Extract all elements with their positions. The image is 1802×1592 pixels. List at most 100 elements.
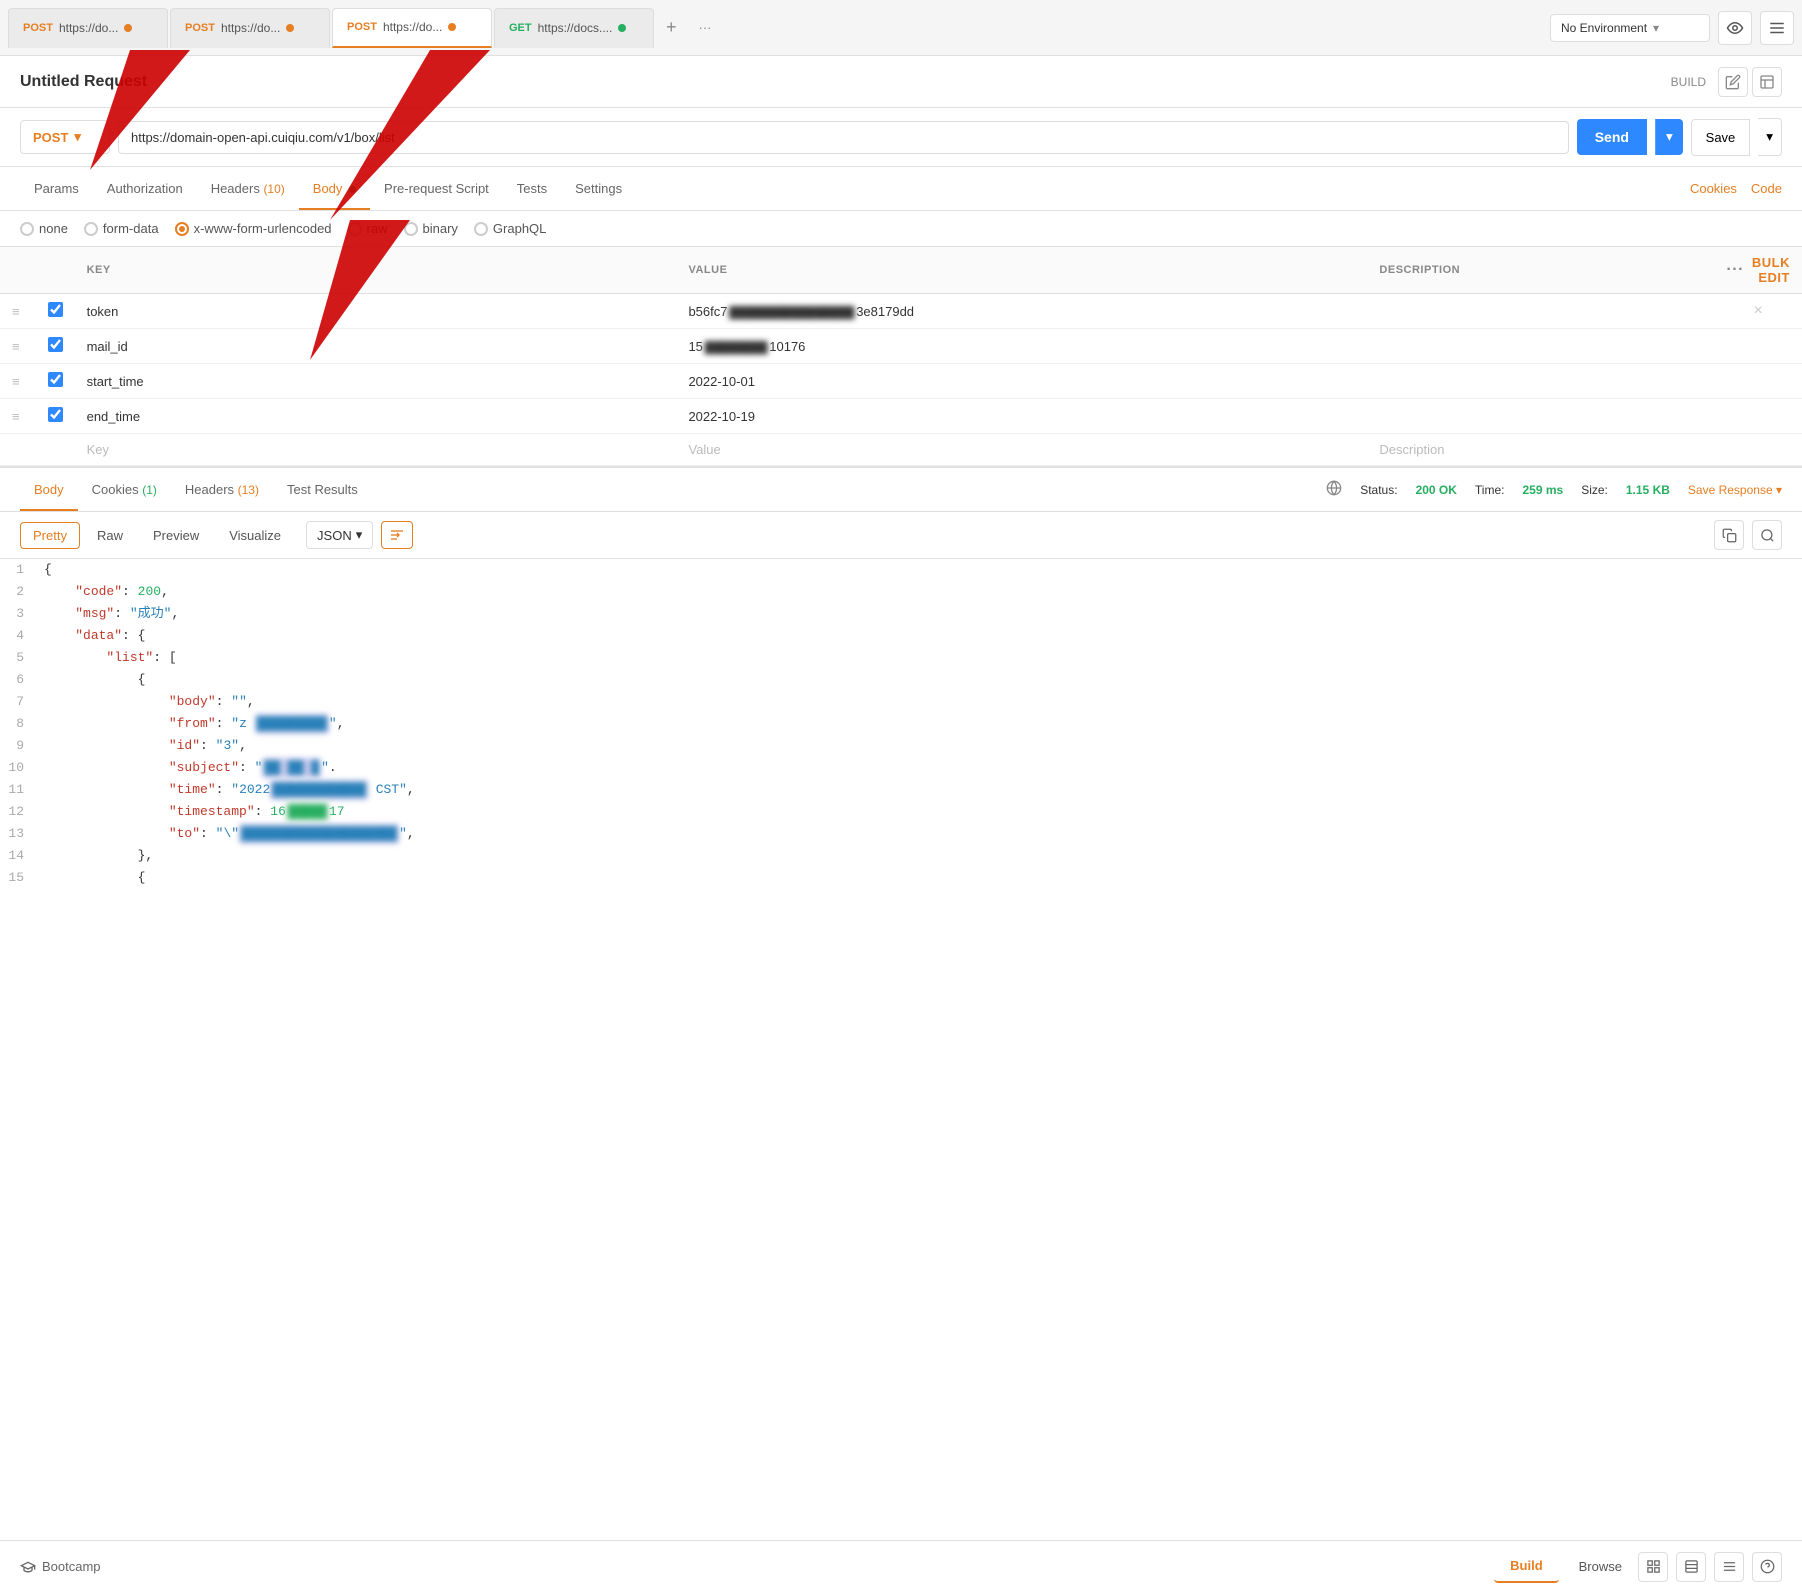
row-key-cell[interactable]: end_time [75, 399, 677, 434]
fmt-tab-raw[interactable]: Raw [84, 522, 136, 549]
table-header-actions: ··· Bulk Edit [1726, 255, 1790, 285]
resp-tab-body[interactable]: Body [20, 470, 78, 511]
json-content: 1 { 2 "code": 200, 3 "msg": "成功", 4 "da [0, 559, 1802, 889]
row-value-cell[interactable]: 2022-10-01 [676, 364, 1367, 399]
empty-value[interactable]: Value [676, 434, 1367, 466]
row-checkbox[interactable] [48, 302, 63, 317]
cookies-link[interactable]: Cookies [1690, 181, 1737, 196]
format-type-selector[interactable]: JSON ▾ [306, 521, 373, 549]
empty-check [36, 434, 75, 466]
empty-key[interactable]: Key [75, 434, 677, 466]
row-value-cell[interactable]: 15████████10176 [676, 329, 1367, 364]
json-line-4: 4 "data": { [0, 625, 1802, 647]
method-selector[interactable]: POST ▾ [20, 120, 110, 154]
save-button[interactable]: Save [1691, 119, 1751, 156]
footer-build-button[interactable]: Build [1494, 1550, 1559, 1583]
body-type-form-data[interactable]: form-data [84, 221, 159, 236]
note-icon-button[interactable] [1752, 67, 1782, 97]
settings-icon-button[interactable] [1760, 11, 1794, 45]
eye-icon-button[interactable] [1718, 11, 1752, 45]
json-line-9: 9 "id": "3", [0, 735, 1802, 757]
row-delete-button[interactable]: × [1754, 302, 1763, 319]
send-dropdown-button[interactable]: ▾ [1655, 119, 1683, 155]
row-key-cell[interactable]: mail_id [75, 329, 677, 364]
body-type-raw[interactable]: raw [348, 221, 388, 236]
radio-raw [348, 222, 362, 236]
resp-tab-headers[interactable]: Headers (13) [171, 470, 273, 511]
tab-settings[interactable]: Settings [561, 169, 636, 210]
col-value: VALUE [676, 247, 1367, 294]
cookies-count: (1) [142, 483, 157, 497]
more-tabs-button[interactable]: ··· [689, 14, 722, 41]
edit-icon-button[interactable] [1718, 67, 1748, 97]
empty-actions [1714, 434, 1802, 466]
body-type-binary[interactable]: binary [404, 221, 458, 236]
row-desc-cell[interactable] [1367, 364, 1714, 399]
radio-urlencoded [175, 222, 189, 236]
code-link[interactable]: Code [1751, 181, 1782, 196]
tab-body[interactable]: Body [299, 169, 370, 210]
save-response-button[interactable]: Save Response ▾ [1688, 483, 1782, 497]
row-delete-cell [1714, 399, 1802, 434]
row-checkbox[interactable] [48, 407, 63, 422]
add-tab-button[interactable]: + [656, 11, 687, 44]
fmt-tab-visualize[interactable]: Visualize [216, 522, 294, 549]
tab-4[interactable]: GET https://docs.... [494, 8, 654, 48]
copy-button[interactable] [1714, 520, 1744, 550]
resp-tab-cookies[interactable]: Cookies (1) [78, 470, 171, 511]
url-input[interactable] [118, 121, 1569, 154]
row-value-cell[interactable]: 2022-10-19 [676, 399, 1367, 434]
tab-method-4: GET [509, 22, 532, 34]
table-row: ≡ start_time 2022-10-01 [0, 364, 1802, 399]
footer-help-icon-button[interactable] [1752, 1552, 1782, 1582]
headers-badge: (10) [263, 182, 284, 196]
table-more-button[interactable]: ··· [1726, 261, 1743, 279]
body-type-none[interactable]: none [20, 221, 68, 236]
wrap-lines-button[interactable] [381, 521, 413, 549]
row-delete-cell: × [1714, 294, 1802, 329]
footer-bars-icon-button[interactable] [1714, 1552, 1744, 1582]
body-type-graphql[interactable]: GraphQL [474, 221, 546, 236]
search-button[interactable] [1752, 520, 1782, 550]
footer-grid-icon-button[interactable] [1638, 1552, 1668, 1582]
tab-3[interactable]: POST https://do... [332, 8, 492, 48]
headers-count: (13) [238, 483, 259, 497]
bulk-edit-button[interactable]: Bulk Edit [1752, 255, 1790, 285]
tab-params[interactable]: Params [20, 169, 93, 210]
resp-tab-test-results[interactable]: Test Results [273, 470, 372, 511]
tab-authorization[interactable]: Authorization [93, 169, 197, 210]
size-label: Size: [1581, 483, 1608, 497]
row-value-cell[interactable]: b56fc7████████████████3e8179dd [676, 294, 1367, 329]
tab-headers[interactable]: Headers (10) [197, 169, 299, 210]
row-checkbox[interactable] [48, 372, 63, 387]
tab-2[interactable]: POST https://do... [170, 8, 330, 48]
empty-desc[interactable]: Description [1367, 434, 1714, 466]
time-label: Time: [1475, 483, 1505, 497]
tab-tests[interactable]: Tests [503, 169, 561, 210]
fmt-tab-preview[interactable]: Preview [140, 522, 212, 549]
row-checkbox[interactable] [48, 337, 63, 352]
radio-none [20, 222, 34, 236]
save-dropdown-button[interactable]: ▾ [1758, 118, 1782, 156]
footer-layout-icon-button[interactable] [1676, 1552, 1706, 1582]
row-desc-cell[interactable] [1367, 399, 1714, 434]
row-desc-cell[interactable] [1367, 294, 1714, 329]
tab-1[interactable]: POST https://do... [8, 8, 168, 48]
body-type-urlencoded[interactable]: x-www-form-urlencoded [175, 221, 332, 236]
row-handle: ≡ [0, 364, 36, 399]
send-button[interactable]: Send [1577, 119, 1647, 155]
tab-pre-request[interactable]: Pre-request Script [370, 169, 503, 210]
row-key-cell[interactable]: start_time [75, 364, 677, 399]
row-desc-cell[interactable] [1367, 329, 1714, 364]
body-active-dot [349, 186, 356, 193]
json-line-1: 1 { [0, 559, 1802, 581]
footer-browse-button[interactable]: Browse [1563, 1551, 1638, 1582]
bootcamp-button[interactable]: Bootcamp [20, 1559, 101, 1575]
fmt-tab-pretty[interactable]: Pretty [20, 522, 80, 549]
build-button[interactable]: BUILD [1663, 71, 1714, 93]
tab-url-1: https://do... [59, 21, 118, 35]
environment-selector[interactable]: No Environment ▾ [1550, 14, 1710, 42]
footer-nav: Build Browse [1494, 1550, 1638, 1583]
row-key-cell[interactable]: token [75, 294, 677, 329]
table-row: ≡ end_time 2022-10-19 [0, 399, 1802, 434]
